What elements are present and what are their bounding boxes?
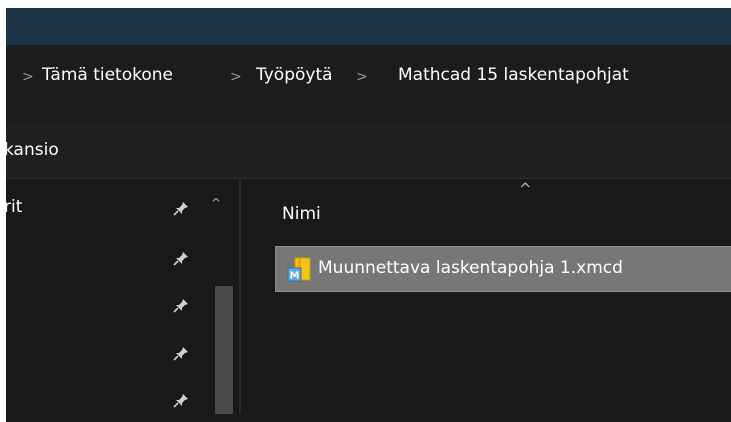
title-bar-divider [6,45,731,52]
breadcrumb-chevron-icon[interactable]: > [22,69,34,85]
pin-icon[interactable] [172,250,190,268]
pin-icon[interactable] [172,345,190,363]
file-name: Muunnettava laskentapohja 1.xmcd [318,258,623,278]
address-bar[interactable] [6,52,731,132]
title-bar[interactable] [6,8,731,45]
file-row[interactable]: M Muunnettava laskentapohja 1.xmcd [275,246,731,292]
nav-item-quick-access[interactable]: rit [4,197,22,217]
pin-icon[interactable] [172,392,190,410]
breadcrumb-this-pc[interactable]: Tämä tietokone [42,65,173,85]
sort-ascending-icon[interactable]: ^ [519,180,532,198]
nav-scroll-up-icon[interactable]: ^ [211,196,221,210]
mathcad-file-icon: M [287,257,311,282]
breadcrumb-chevron-icon[interactable]: > [356,69,368,85]
breadcrumb-current-folder[interactable]: Mathcad 15 laskentapohjat [398,65,629,85]
toolbar [6,124,731,178]
pin-icon[interactable] [172,200,190,218]
nav-scrollbar-thumb[interactable] [215,286,233,414]
svg-text:M: M [290,271,300,282]
column-header-name[interactable]: Nimi [282,204,321,224]
new-folder-button[interactable]: kansio [4,140,59,160]
breadcrumb-chevron-icon[interactable]: > [230,69,242,85]
navigation-pane [6,179,239,414]
breadcrumb-desktop[interactable]: Työpöytä [256,65,333,85]
pin-icon[interactable] [172,297,190,315]
